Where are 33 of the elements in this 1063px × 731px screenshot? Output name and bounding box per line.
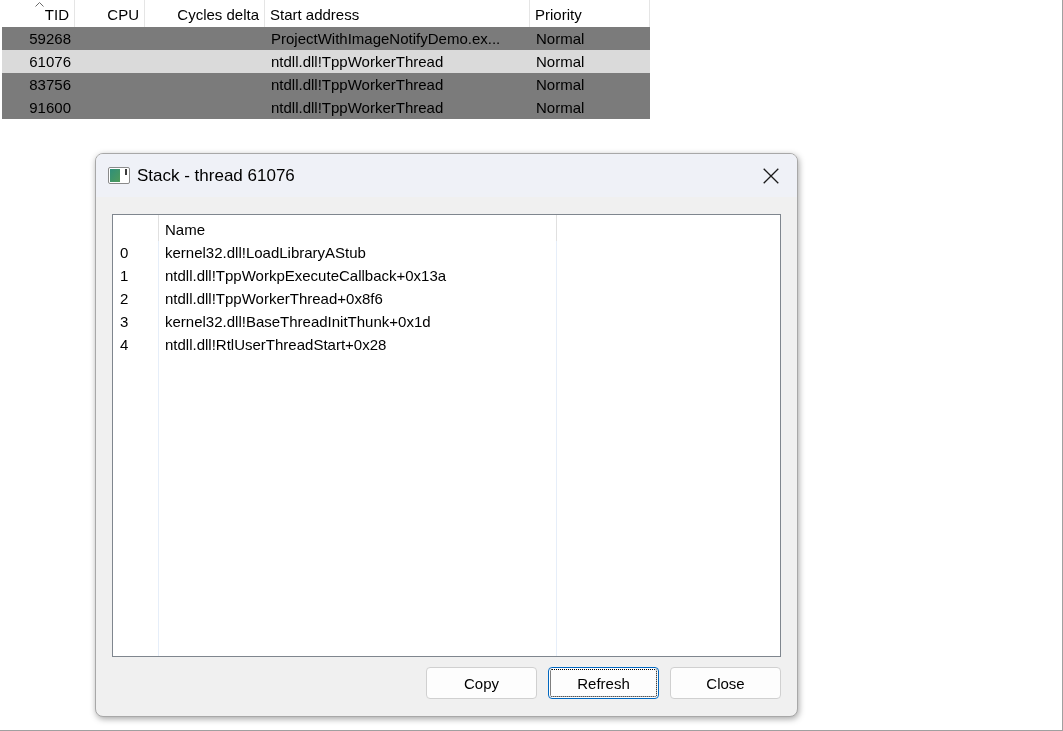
table-cell-text: 2 bbox=[119, 289, 130, 309]
column-header[interactable]: Name bbox=[159, 215, 557, 241]
close-icon[interactable] bbox=[763, 167, 779, 184]
table-cell-text: ntdll.dll!TppWorkerThread+0x8f6 bbox=[164, 289, 384, 309]
table-cell-text: Normal bbox=[535, 29, 586, 49]
window-icon bbox=[108, 167, 130, 184]
dialog-button[interactable]: Close bbox=[670, 667, 781, 699]
dialog-button[interactable]: Refresh bbox=[548, 667, 659, 699]
table-cell-text: ntdll.dll!RtlUserThreadStart+0x28 bbox=[164, 335, 388, 355]
table-cell-text: 61076 bbox=[28, 52, 72, 72]
table-cell-text: 3 bbox=[119, 312, 130, 332]
table-cell-text: ntdll.dll!TppWorkerThread bbox=[270, 98, 445, 118]
table-row[interactable]: 59268 ProjectWithImageNotifyDemo.ex... Normal bbox=[2, 27, 650, 50]
table-cell-text: 59268 bbox=[28, 29, 72, 49]
table-cell-text: ntdll.dll!TppWorkpExecuteCallback+0x13a bbox=[164, 266, 448, 286]
table-cell-text: ntdll.dll!TppWorkerThread bbox=[270, 52, 445, 72]
table-cell-text: 1 bbox=[119, 266, 130, 286]
table-cell-text: kernel32.dll!BaseThreadInitThunk+0x1d bbox=[164, 312, 432, 332]
table-row[interactable]: 83756 ntdll.dll!TppWorkerThread Normal bbox=[2, 73, 650, 96]
table-cell-text: Normal bbox=[535, 98, 586, 118]
window-title: Stack - thread 61076 bbox=[137, 165, 296, 186]
table-cell-text: 83756 bbox=[28, 75, 72, 95]
table-cell-text: 91600 bbox=[28, 98, 72, 118]
table-cell-text: 0 bbox=[119, 243, 130, 263]
table-cell-text: 4 bbox=[119, 335, 130, 355]
dialog-button[interactable]: Copy bbox=[426, 667, 537, 699]
table-cell-text: ProjectWithImageNotifyDemo.ex... bbox=[270, 29, 502, 49]
table-row[interactable]: 61076 ntdll.dll!TppWorkerThread Normal bbox=[2, 50, 650, 73]
table-cell-text: kernel32.dll!LoadLibraryAStub bbox=[164, 243, 367, 263]
table-cell-text: ntdll.dll!TppWorkerThread bbox=[270, 75, 445, 95]
table-cell-text: Normal bbox=[535, 75, 586, 95]
table-row[interactable]: 91600 ntdll.dll!TppWorkerThread Normal bbox=[2, 96, 650, 119]
table-cell-text: Normal bbox=[535, 52, 586, 72]
